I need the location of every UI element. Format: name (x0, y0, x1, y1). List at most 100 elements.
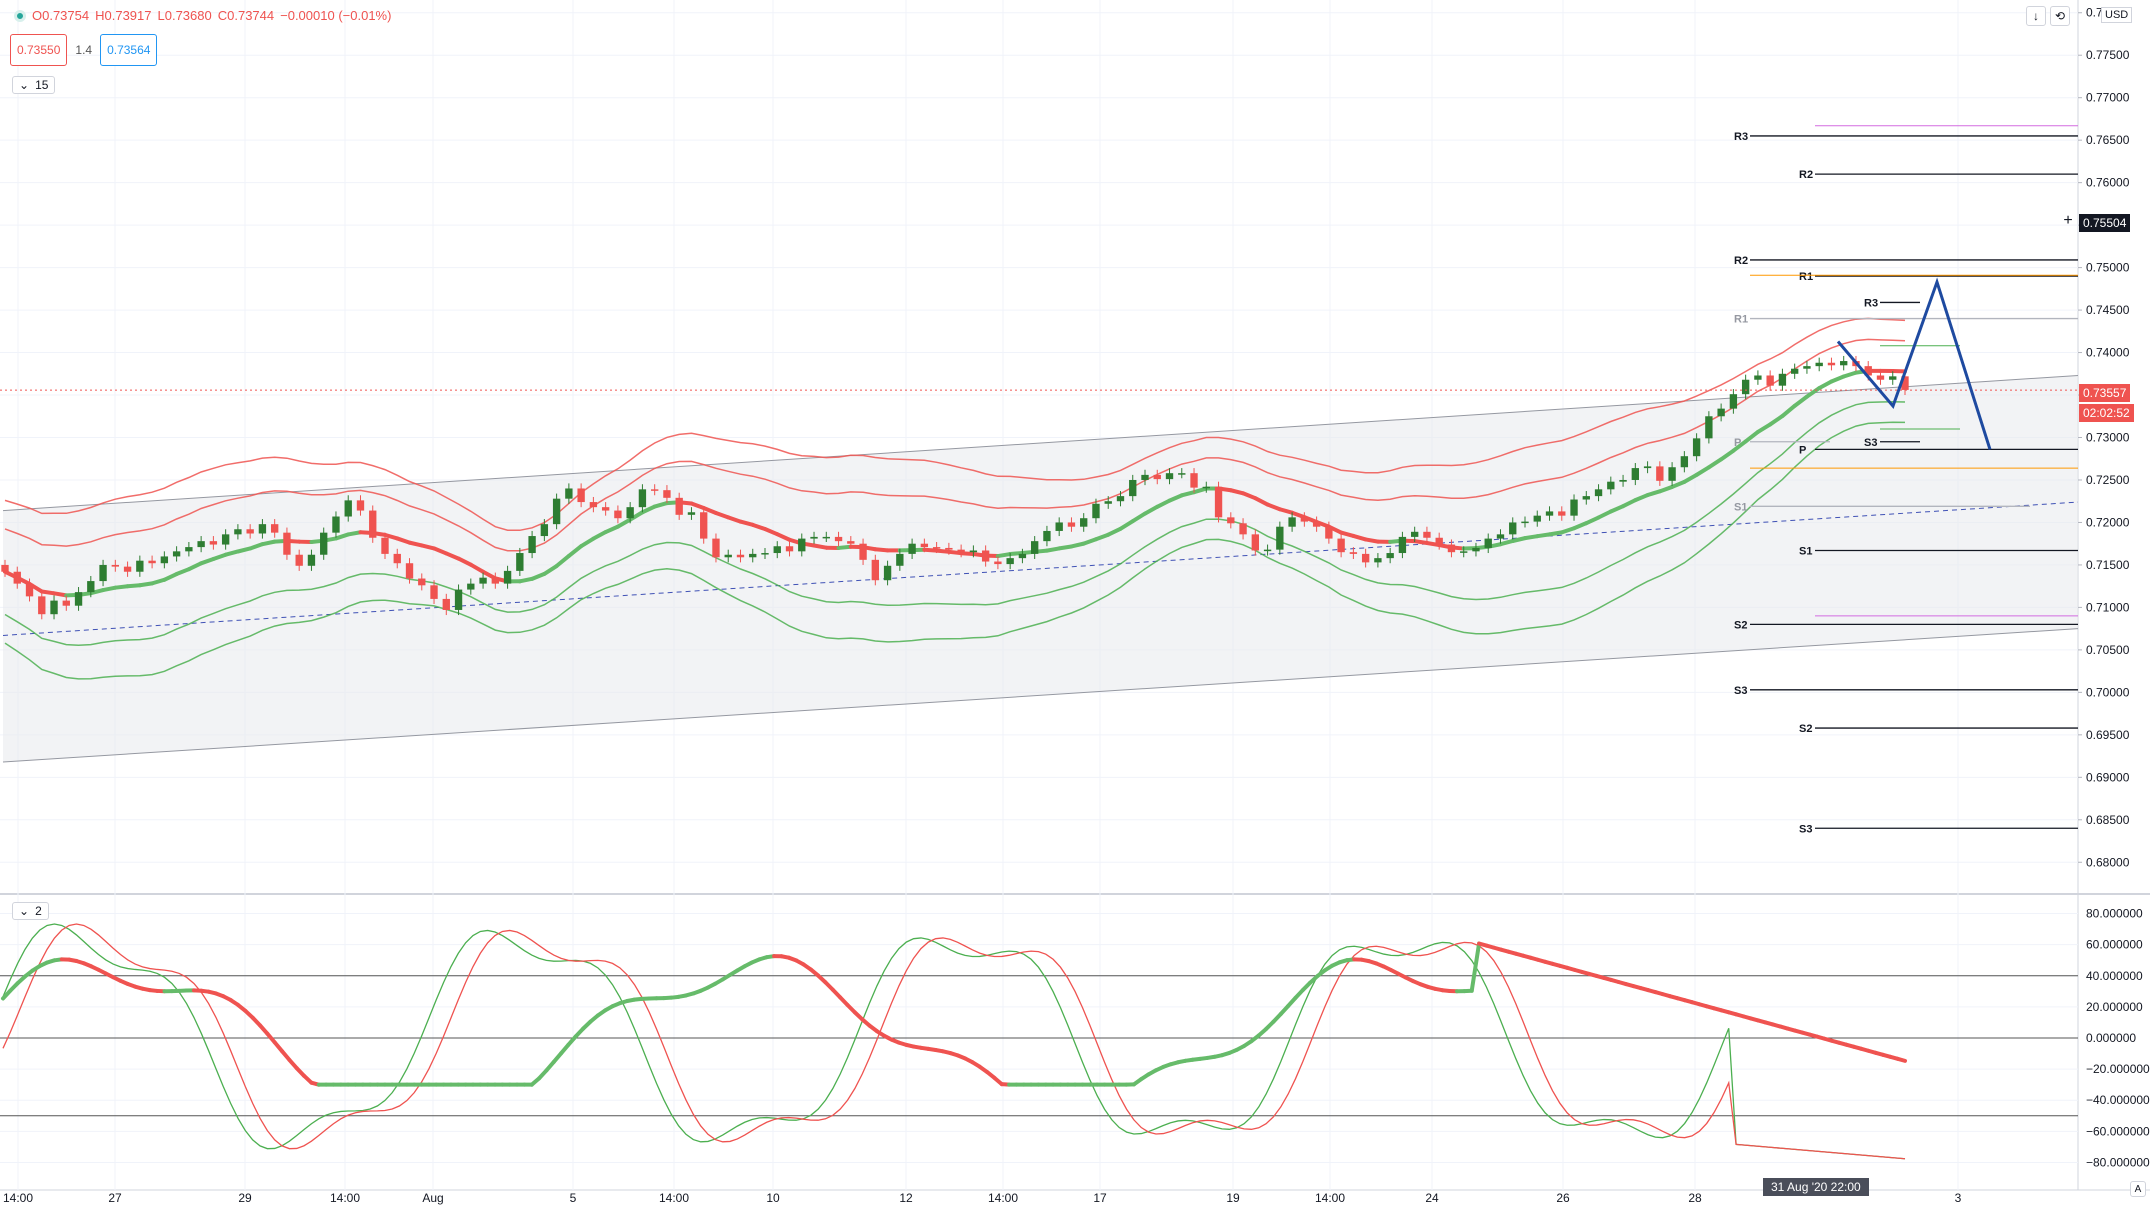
interval-toggle[interactable]: ⌄ 15 (12, 76, 56, 94)
candle-body (1558, 511, 1566, 516)
pane-buttons: ↓ ⟲ (2026, 6, 2070, 26)
candle-body (601, 507, 610, 511)
candle-body (1509, 522, 1517, 535)
candle-body (307, 554, 316, 566)
candle-body (356, 500, 365, 511)
candle-body (467, 583, 475, 590)
candle-body (528, 536, 536, 554)
chart-canvas[interactable]: 14:00 27 29 14:00 Aug 5 14:00 10 12 14:00 17 19 14:0… (0, 0, 2150, 1207)
chevron-down-icon: ⌄ (19, 78, 30, 92)
candle-body (932, 547, 941, 549)
y-tick-label: 0.70500 (2086, 643, 2130, 657)
candle-body (957, 549, 965, 553)
candle-body (1031, 541, 1039, 554)
current-price-badge: 0.73557 (2079, 384, 2131, 402)
candle-body (994, 561, 1002, 565)
spread-value: 1.4 (75, 43, 93, 57)
pivot-s3-label: S3 (1734, 685, 1747, 697)
candle-body (749, 553, 757, 558)
candle-body (38, 596, 46, 615)
candle-body (503, 570, 512, 584)
candle-body (1778, 373, 1787, 386)
osc-tick-label: −20.000000 (2086, 1062, 2150, 1076)
candle-body (99, 564, 107, 582)
pivot-p-a-label: P (1734, 437, 1741, 449)
candle (1214, 481, 1223, 523)
y-tick-label: 0.68000 (2086, 855, 2130, 869)
candle-body (1, 564, 9, 572)
candle-body (454, 589, 463, 610)
candle-body (1570, 499, 1578, 516)
bar-countdown-badge: 02:02:52 (2079, 404, 2134, 422)
x-tick-label: 14:00 (1315, 1191, 1345, 1205)
candle-body (1840, 361, 1848, 366)
candle-body (834, 536, 843, 542)
candle-body (381, 537, 389, 554)
candle-body (1754, 375, 1762, 380)
chart-settings-icon[interactable]: ⟲ (2050, 6, 2070, 26)
candle-body (25, 583, 34, 597)
candle-body (565, 488, 573, 499)
x-tick-label: 12 (899, 1191, 913, 1205)
candle-body (1055, 522, 1063, 531)
y-tick-label: 0.70000 (2086, 685, 2130, 699)
candle-body (687, 512, 696, 515)
candle-body (13, 571, 21, 584)
pivot-s1-label: S1 (1799, 545, 1812, 557)
pivot-s1-a-label: S1 (1734, 501, 1747, 513)
candle-body (344, 500, 352, 517)
candle-body (1325, 526, 1333, 539)
osc-tick-label: −40.000000 (2086, 1093, 2150, 1107)
candle-body (1643, 466, 1652, 469)
candle-body (283, 532, 291, 555)
x-tick-label: 17 (1093, 1191, 1107, 1205)
candle-body (418, 578, 426, 586)
sell-button[interactable]: 0.73550 (10, 34, 68, 66)
candle-body (209, 541, 218, 545)
osc-tick-label: 20.000000 (2086, 1000, 2143, 1014)
osc-tick-label: −80.000000 (2086, 1155, 2150, 1169)
candle-body (1116, 496, 1125, 502)
candle-body (1582, 496, 1590, 500)
candle-body (1460, 551, 1468, 553)
y-tick-label: 0.72500 (2086, 473, 2130, 487)
candle-body (540, 524, 549, 537)
y-tick-label: 0.74000 (2086, 346, 2130, 360)
scale-mode-icon[interactable]: A (2130, 1181, 2146, 1197)
candle-body (136, 560, 144, 572)
buy-button[interactable]: 0.73564 (100, 34, 158, 66)
candle-body (442, 598, 450, 610)
add-price-icon[interactable]: + (2059, 213, 2077, 231)
candle-body (1619, 479, 1627, 482)
candle-body (1374, 558, 1382, 563)
osc-tick-label: 60.000000 (2086, 938, 2143, 952)
candle-body (920, 543, 929, 548)
candle-body (589, 502, 598, 508)
candle-body (1411, 531, 1419, 537)
candle-body (393, 553, 401, 564)
y-tick-label: 0.77500 (2086, 48, 2130, 62)
candle-body (871, 559, 879, 581)
candle-body (859, 543, 867, 560)
candle-body (258, 524, 267, 534)
candle-body (1092, 503, 1100, 519)
pivot-r3-label: R3 (1734, 131, 1748, 143)
candle-body (491, 577, 499, 584)
candle-body (1423, 531, 1431, 538)
candle-body (1766, 375, 1774, 386)
y-tick-label: 0.72000 (2086, 515, 2130, 529)
x-tick-label: 14:00 (988, 1191, 1018, 1205)
candle-body (883, 565, 892, 581)
oscillator-toggle[interactable]: ⌄ 2 (12, 902, 49, 920)
candle-body (552, 498, 561, 525)
x-tick-label: 10 (766, 1191, 780, 1205)
candle-body (1398, 536, 1407, 554)
candle-body (479, 577, 487, 584)
ohlc-change: −0.00010 (−0.01%) (280, 8, 392, 23)
x-tick-label: 5 (570, 1191, 577, 1205)
arrow-down-icon[interactable]: ↓ (2026, 6, 2046, 26)
x-tick-label: 14:00 (659, 1191, 689, 1205)
candle-body (724, 554, 732, 558)
pivot-r3-b-label: R3 (1864, 297, 1878, 309)
x-tick-label: 3 (1955, 1191, 1962, 1205)
